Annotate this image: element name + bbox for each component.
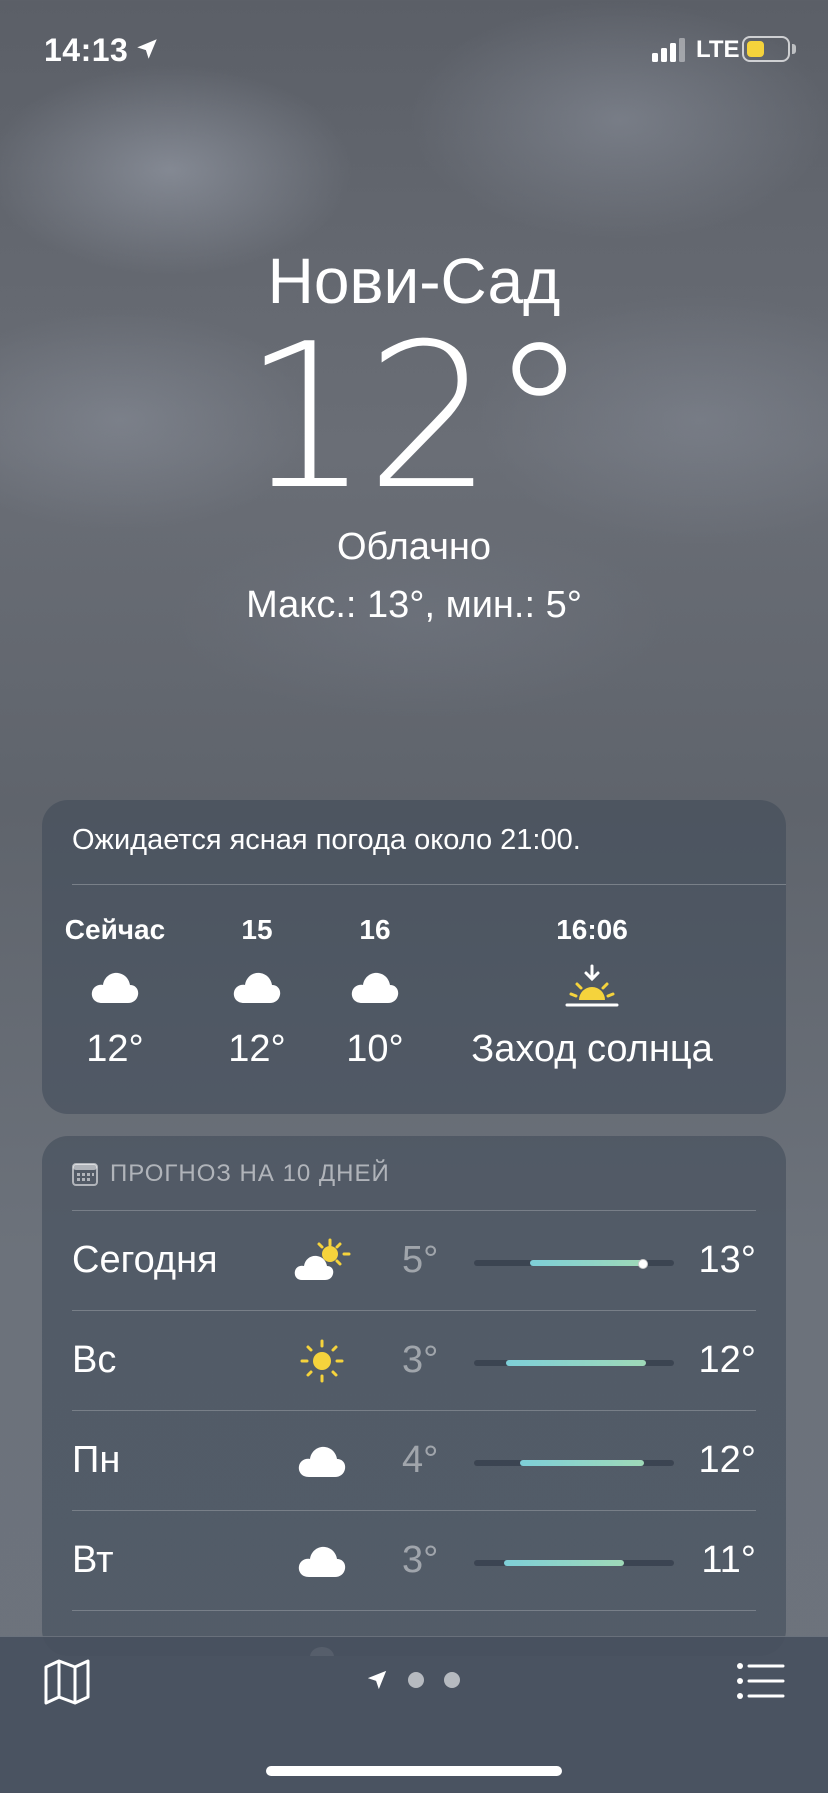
battery-icon bbox=[742, 36, 790, 62]
day-high: 12° bbox=[698, 1439, 756, 1481]
signal-icon bbox=[652, 38, 685, 62]
day-name: Сегодня bbox=[72, 1239, 218, 1281]
hour-item-sunset: 16:06 Заход солнца bbox=[462, 910, 722, 1074]
temp-range-fill bbox=[520, 1460, 644, 1466]
battery-cap bbox=[792, 44, 796, 54]
ten-day-forecast-card[interactable]: ПРОГНОЗ НА 10 ДНЕЙ Сегодня 5° 13° Вс 3° … bbox=[42, 1136, 786, 1656]
calendar-icon bbox=[72, 1163, 98, 1186]
day-name: Пн bbox=[72, 1439, 121, 1481]
sun-icon bbox=[292, 1333, 352, 1389]
partly-sunny-icon bbox=[292, 1233, 352, 1289]
sunset-label: Заход солнца bbox=[471, 1028, 713, 1070]
temp-range-bar bbox=[474, 1460, 674, 1466]
location-arrow-icon bbox=[137, 39, 157, 59]
cloud-icon bbox=[212, 950, 302, 1024]
divider bbox=[72, 884, 786, 885]
current-temp-marker bbox=[638, 1259, 648, 1269]
hour-item-16: 16 10° bbox=[330, 910, 420, 1074]
location-arrow-icon[interactable] bbox=[366, 1669, 388, 1691]
cloud-icon bbox=[330, 950, 420, 1024]
home-indicator[interactable] bbox=[266, 1766, 562, 1776]
cloud-icon bbox=[60, 950, 170, 1024]
temp-range-bar bbox=[474, 1360, 674, 1366]
day-low: 3° bbox=[402, 1339, 439, 1381]
page-dot[interactable] bbox=[444, 1672, 460, 1688]
day-low: 3° bbox=[402, 1539, 439, 1581]
daily-row-sun[interactable]: Вс 3° 12° bbox=[72, 1310, 756, 1411]
battery-level bbox=[747, 41, 765, 57]
day-low: 4° bbox=[402, 1439, 439, 1481]
current-temperature: 12° bbox=[242, 301, 590, 534]
sunset-icon bbox=[462, 950, 722, 1024]
hour-label: 16:06 bbox=[556, 914, 628, 945]
status-bar: 14:13 LTE bbox=[0, 0, 828, 100]
daily-row-mon[interactable]: Пн 4° 12° bbox=[72, 1410, 756, 1511]
hour-temperature: 10° bbox=[346, 1028, 404, 1070]
hour-temperature: 12° bbox=[86, 1028, 144, 1070]
ten-day-header: ПРОГНОЗ НА 10 ДНЕЙ bbox=[72, 1160, 390, 1188]
hour-label: Сейчас bbox=[64, 914, 166, 945]
temp-range-bar bbox=[474, 1259, 674, 1269]
page-dot[interactable] bbox=[408, 1672, 424, 1688]
hour-temperature: 12° bbox=[228, 1028, 286, 1070]
hourly-forecast-card[interactable]: Ожидается ясная погода около 21:00. Сейч… bbox=[42, 800, 786, 1114]
temp-range-fill bbox=[506, 1360, 646, 1366]
day-name: Вс bbox=[72, 1339, 117, 1381]
day-high: 12° bbox=[698, 1339, 756, 1381]
day-name: Вт bbox=[72, 1539, 114, 1581]
ten-day-title: ПРОГНОЗ НА 10 ДНЕЙ bbox=[110, 1160, 390, 1187]
forecast-summary: Ожидается ясная погода около 21:00. bbox=[72, 824, 581, 856]
daily-row-today[interactable]: Сегодня 5° 13° bbox=[72, 1210, 756, 1311]
temp-range-fill bbox=[530, 1260, 644, 1266]
day-high: 13° bbox=[698, 1239, 756, 1281]
day-low: 5° bbox=[402, 1239, 439, 1281]
weather-condition: Облачно bbox=[336, 526, 491, 568]
hour-label: 15 bbox=[241, 914, 273, 945]
daily-row-tue[interactable]: Вт 3° 11° bbox=[72, 1510, 756, 1611]
day-high: 11° bbox=[701, 1539, 756, 1581]
temp-range-bar bbox=[474, 1560, 674, 1566]
temp-range-fill bbox=[504, 1560, 624, 1566]
status-time: 14:13 bbox=[44, 32, 129, 68]
hour-item-15: 15 12° bbox=[212, 910, 302, 1074]
network-type: LTE bbox=[696, 36, 740, 63]
map-icon[interactable] bbox=[42, 1657, 92, 1707]
hour-label: 16 bbox=[359, 914, 391, 945]
page-indicator[interactable] bbox=[366, 1669, 460, 1691]
high-low-temperature: Макс.: 13°, мин.: 5° bbox=[246, 584, 582, 626]
cloud-icon bbox=[292, 1433, 352, 1489]
hour-item-now: Сейчас 12° bbox=[60, 910, 170, 1074]
cloud-icon bbox=[292, 1533, 352, 1589]
list-icon[interactable] bbox=[736, 1661, 786, 1701]
